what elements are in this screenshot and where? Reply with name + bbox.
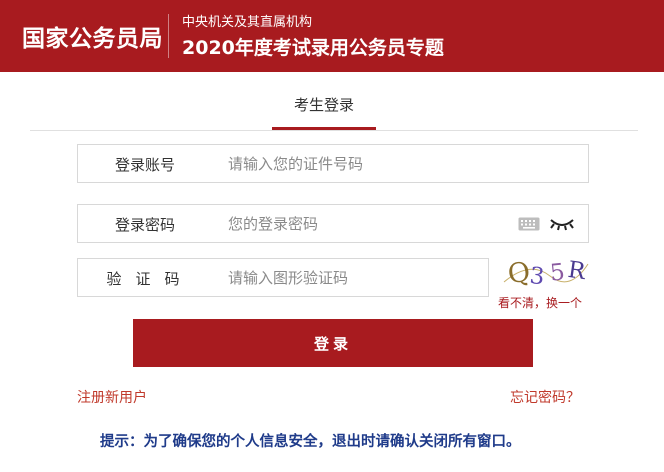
password-field: 登录密码 <box>77 204 589 243</box>
header-subtitle-large: 2020年度考试录用公务员专题 <box>182 37 444 59</box>
captcha-input[interactable] <box>228 259 478 296</box>
password-label: 登录密码 <box>114 216 175 234</box>
site-brand: 国家公务员局 <box>22 26 163 52</box>
captcha-field: 验证码 <box>77 258 489 297</box>
keyboard-icon[interactable] <box>518 217 540 231</box>
register-link[interactable]: 注册新用户 <box>77 387 147 407</box>
captcha-image[interactable]: Q 3 5 R <box>500 254 592 290</box>
eye-closed-icon[interactable] <box>548 216 576 232</box>
account-input[interactable] <box>228 145 568 182</box>
header-subtitle-small: 中央机关及其直属机构 <box>182 15 313 30</box>
login-button[interactable]: 登录 <box>133 319 533 367</box>
security-tip: 提示：为了确保您的个人信息安全，退出时请确认关闭所有窗口。 <box>100 434 521 450</box>
captcha-refresh-link[interactable]: 看不清，换一个 <box>498 294 582 311</box>
forgot-password-link[interactable]: 忘记密码？ <box>510 387 580 407</box>
captcha-label: 验证码 <box>106 270 194 288</box>
account-field: 登录账号 <box>77 144 589 183</box>
tab-candidate-login[interactable]: 考生登录 <box>272 94 376 115</box>
svg-text:5: 5 <box>549 259 566 286</box>
site-header: 国家公务员局 中央机关及其直属机构 2020年度考试录用公务员专题 <box>0 0 664 72</box>
svg-text:3: 3 <box>528 263 545 290</box>
tab-rule <box>30 130 638 131</box>
account-label: 登录账号 <box>114 156 175 174</box>
password-input[interactable] <box>228 205 508 242</box>
header-divider <box>168 14 169 58</box>
